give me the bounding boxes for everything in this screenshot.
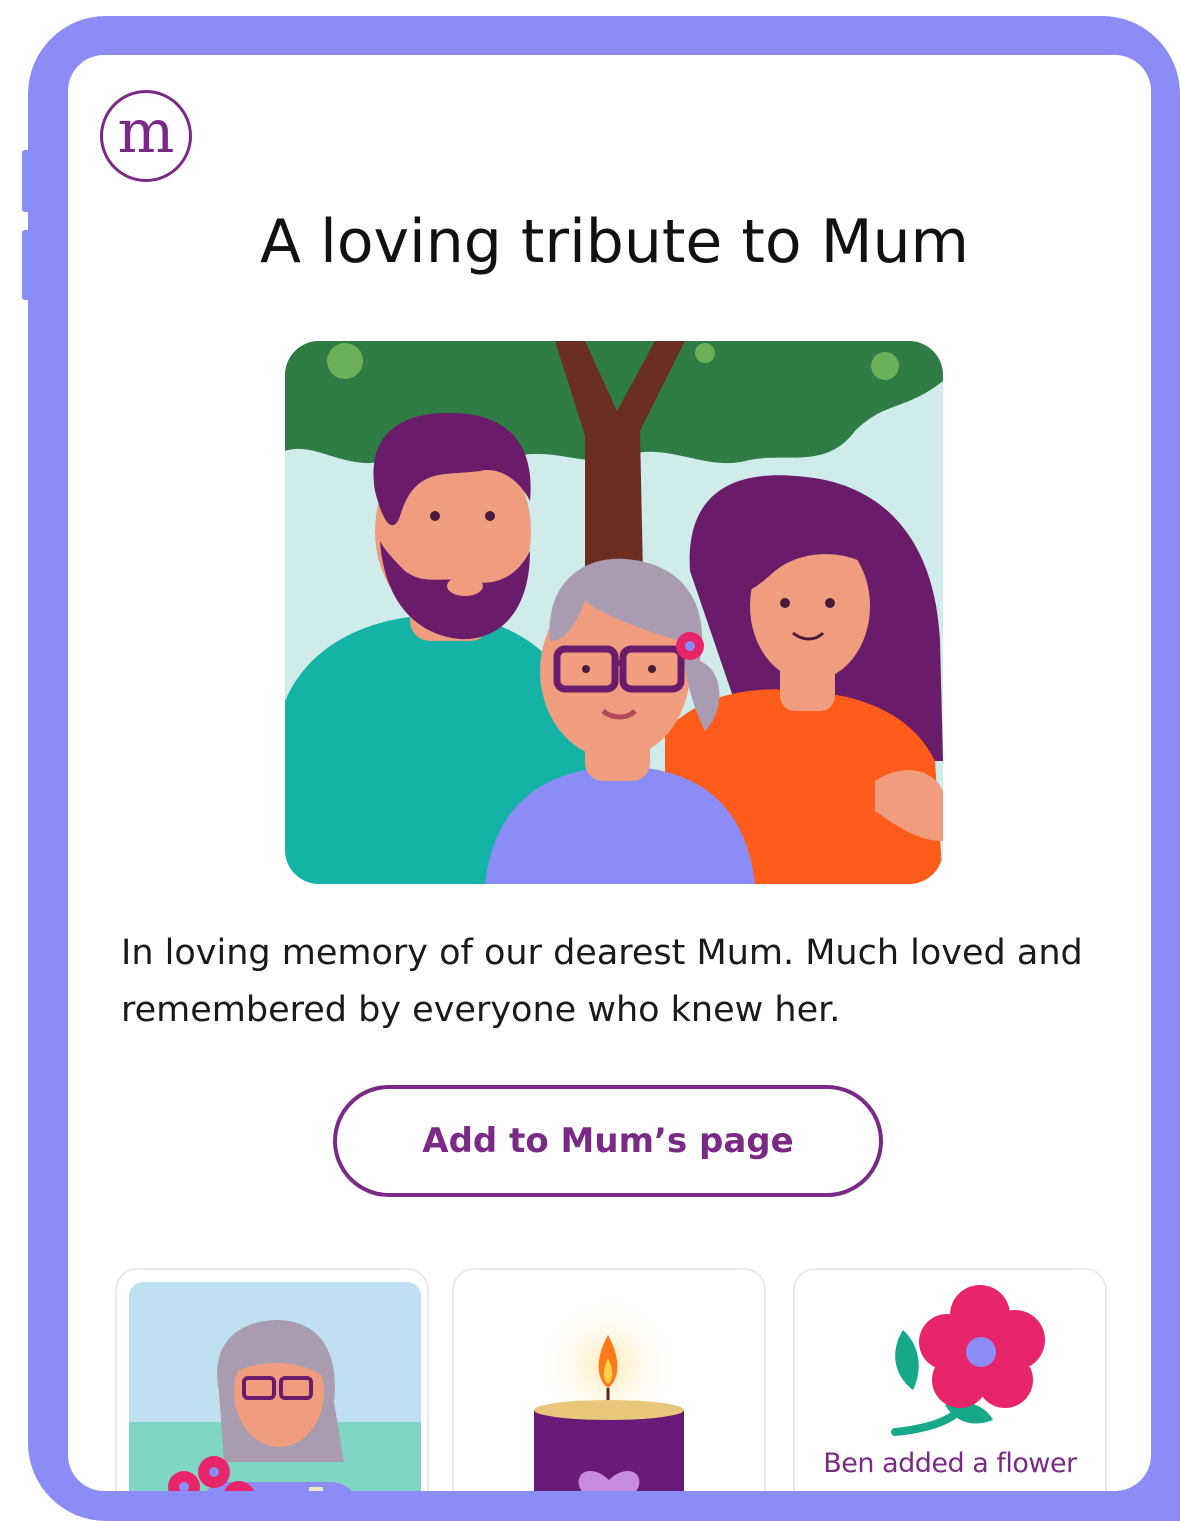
photo-icon — [129, 1282, 421, 1491]
flower-icon — [891, 1285, 1045, 1436]
candle-icon — [533, 1290, 684, 1491]
app-screen: m A loving tribute to Mum In loving memo… — [68, 55, 1151, 1491]
tribute-description: In loving memory of our dearest Mum. Muc… — [121, 933, 1083, 1030]
brand-logo[interactable]: m — [100, 90, 192, 182]
family-illustration-icon — [285, 341, 943, 884]
add-to-page-button[interactable]: Add to Mum’s page — [333, 1085, 883, 1197]
memory-card-candle[interactable] — [452, 1268, 766, 1491]
flower-activity-label: Ben added a flower — [823, 1448, 1077, 1479]
side-button-lower — [22, 230, 32, 300]
brand-logo-letter: m — [117, 97, 175, 167]
side-button-upper — [22, 150, 32, 212]
memory-card-photo[interactable] — [115, 1268, 429, 1491]
memory-card-flower[interactable]: Ben added a flower — [793, 1268, 1107, 1491]
photo-thumbnail — [129, 1282, 421, 1491]
page-title: A loving tribute to Mum — [260, 207, 969, 277]
hero-illustration — [285, 341, 943, 884]
